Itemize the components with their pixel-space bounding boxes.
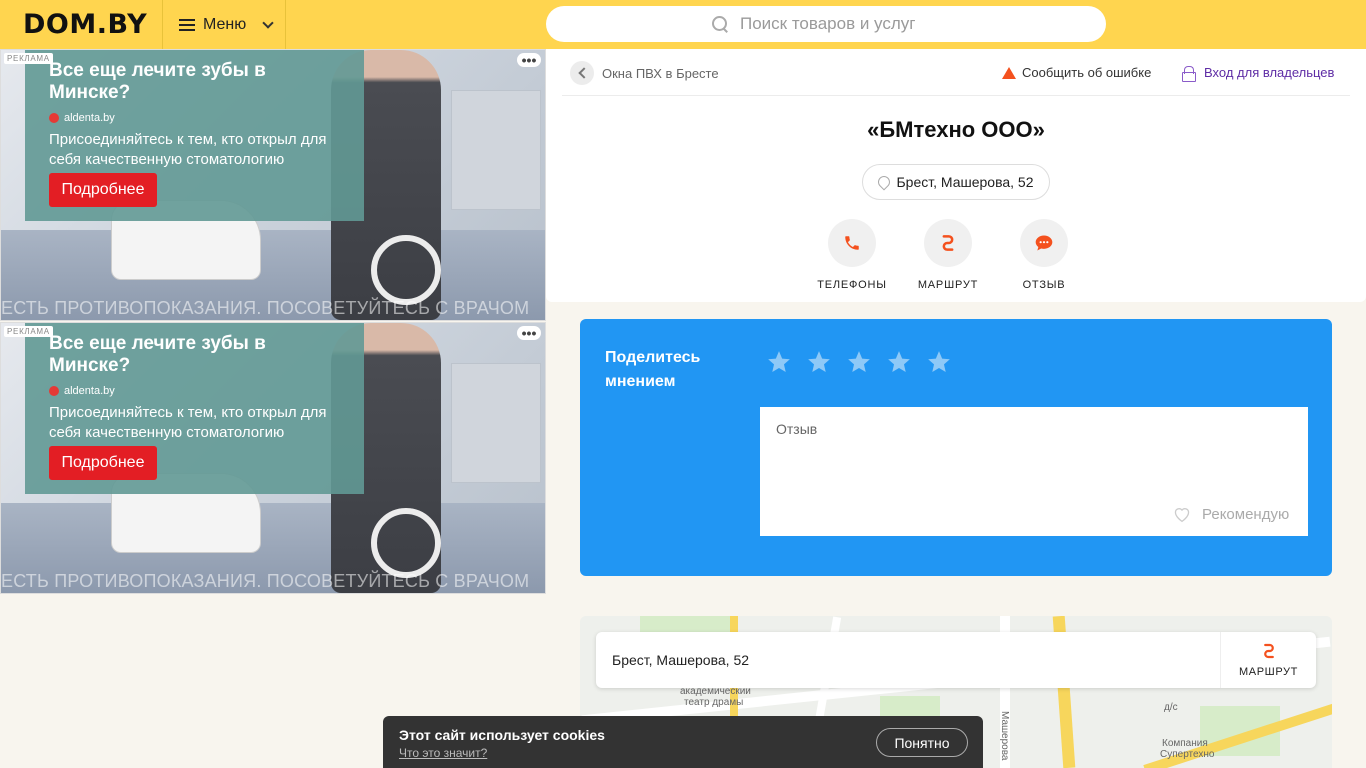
warning-icon — [1002, 66, 1016, 79]
map-label: Компания — [1162, 738, 1208, 749]
ad-more-button[interactable]: Подробнее — [49, 446, 157, 480]
ad-site: aldenta.by — [49, 112, 340, 124]
map-route-button[interactable]: МАРШРУТ — [1220, 632, 1316, 688]
recommend-label: Рекомендую — [1202, 505, 1290, 523]
company-title: «БМтехно ООО» — [867, 117, 1045, 142]
cookie-title: Этот сайт использует cookies — [399, 727, 605, 743]
search-bar[interactable] — [546, 6, 1106, 42]
ad-banner[interactable]: Все еще лечите зубы в Минске? aldenta.by… — [0, 322, 546, 594]
ad-text: Присоединяйтесь к тем, кто открыл для се… — [49, 131, 327, 168]
search-input[interactable] — [740, 14, 940, 34]
cookie-accept-button[interactable]: Понятно — [876, 728, 968, 757]
address-pill[interactable]: Брест, Машерова, 52 — [862, 164, 1050, 200]
map-label: Супертехно — [1160, 749, 1215, 760]
search-icon — [712, 16, 728, 32]
menu-label: Меню — [203, 15, 247, 33]
map-address-bar: Брест, Машерова, 52 МАРШРУТ — [596, 632, 1316, 688]
star-icon[interactable] — [886, 349, 912, 375]
review-form: Поделитесь мнением Рекомендую — [580, 319, 1332, 576]
star-icon[interactable] — [926, 349, 952, 375]
phones-label: ТЕЛЕФОНЫ — [817, 279, 887, 291]
review-button[interactable]: ОТЗЫВ — [1008, 219, 1080, 291]
tooth-logo-icon — [49, 386, 59, 396]
ad-photo — [451, 363, 541, 483]
report-error-label: Сообщить об ошибке — [1022, 65, 1152, 80]
ad-site: aldenta.by — [49, 385, 340, 397]
header: DOM.BY Меню — [0, 0, 1366, 49]
route-label: МАРШРУТ — [917, 279, 979, 291]
owner-login-label: Вход для владельцев — [1204, 65, 1335, 80]
map-label: д/с — [1164, 702, 1178, 713]
review-title: Поделитесь мнением — [605, 349, 701, 390]
cookie-info-link[interactable]: Что это значит? — [399, 746, 487, 760]
star-icon[interactable] — [766, 349, 792, 375]
ad-label: РЕКЛАМА — [4, 53, 53, 64]
site-logo[interactable]: DOM.BY — [23, 9, 147, 40]
ad-panel: Все еще лечите зубы в Минске? aldenta.by… — [25, 50, 364, 221]
recommend-toggle[interactable]: Рекомендую — [1172, 505, 1289, 523]
ad-disclaimer: ЕСТЬ ПРОТИВОПОКАЗАНИЯ. ПОСОВЕТУЙТЕСЬ С В… — [1, 298, 530, 318]
action-buttons: ТЕЛЕФОНЫ МАРШРУТ ОТЗЫВ — [816, 219, 1080, 291]
phone-icon — [828, 219, 876, 267]
ad-disclaimer: ЕСТЬ ПРОТИВОПОКАЗАНИЯ. ПОСОВЕТУЙТЕСЬ С В… — [1, 571, 530, 591]
ad-photo — [451, 90, 541, 210]
rating-stars — [766, 349, 952, 375]
chat-icon — [1020, 219, 1068, 267]
lock-icon — [1182, 65, 1196, 82]
company-card: Окна ПВХ в Бресте Сообщить об ошибке Вхо… — [546, 49, 1366, 302]
ad-photo-stool — [371, 508, 441, 578]
route-icon — [924, 219, 972, 267]
star-icon[interactable] — [806, 349, 832, 375]
heart-icon — [1174, 508, 1190, 523]
ad-banner[interactable]: Все еще лечите зубы в Минске? aldenta.by… — [0, 49, 546, 321]
ad-photo-stool — [371, 235, 441, 305]
phones-button[interactable]: ТЕЛЕФОНЫ — [816, 219, 888, 291]
divider — [562, 95, 1350, 96]
star-icon[interactable] — [846, 349, 872, 375]
report-error-link[interactable]: Сообщить об ошибке — [1002, 65, 1151, 80]
map-label: театр драмы — [684, 697, 744, 708]
chevron-down-icon — [262, 16, 274, 29]
location-pin-icon — [878, 176, 888, 189]
menu-button[interactable]: Меню — [162, 0, 286, 49]
ad-title: Все еще лечите зубы в Минске? — [49, 333, 266, 376]
review-label: ОТЗЫВ — [1022, 279, 1066, 291]
route-button[interactable]: МАРШРУТ — [912, 219, 984, 291]
breadcrumb: Окна ПВХ в Бресте — [570, 61, 719, 85]
map-label: Машерова — [999, 711, 1010, 761]
map-route-label: МАРШРУТ — [1239, 666, 1298, 678]
breadcrumb-link[interactable]: Окна ПВХ в Бресте — [602, 66, 719, 81]
ad-text: Присоединяйтесь к тем, кто открыл для се… — [49, 404, 327, 441]
ad-site-label: aldenta.by — [64, 112, 115, 124]
ad-options-icon[interactable]: ••• — [517, 326, 541, 340]
hamburger-icon — [179, 18, 195, 31]
ad-options-icon[interactable]: ••• — [517, 53, 541, 67]
cookie-banner: Этот сайт использует cookies Что это зна… — [383, 716, 983, 768]
ad-label: РЕКЛАМА — [4, 326, 53, 337]
owner-login-link[interactable]: Вход для владельцев — [1182, 65, 1335, 82]
ad-title: Все еще лечите зубы в Минске? — [49, 60, 266, 103]
back-arrow-icon[interactable] — [570, 61, 594, 85]
ad-site-label: aldenta.by — [64, 385, 115, 397]
route-icon — [1263, 643, 1274, 659]
ad-panel: Все еще лечите зубы в Минске? aldenta.by… — [25, 323, 364, 494]
tooth-logo-icon — [49, 113, 59, 123]
map-address-text: Брест, Машерова, 52 — [612, 652, 750, 668]
ad-more-button[interactable]: Подробнее — [49, 173, 157, 207]
address-text: Брест, Машерова, 52 — [896, 174, 1034, 190]
